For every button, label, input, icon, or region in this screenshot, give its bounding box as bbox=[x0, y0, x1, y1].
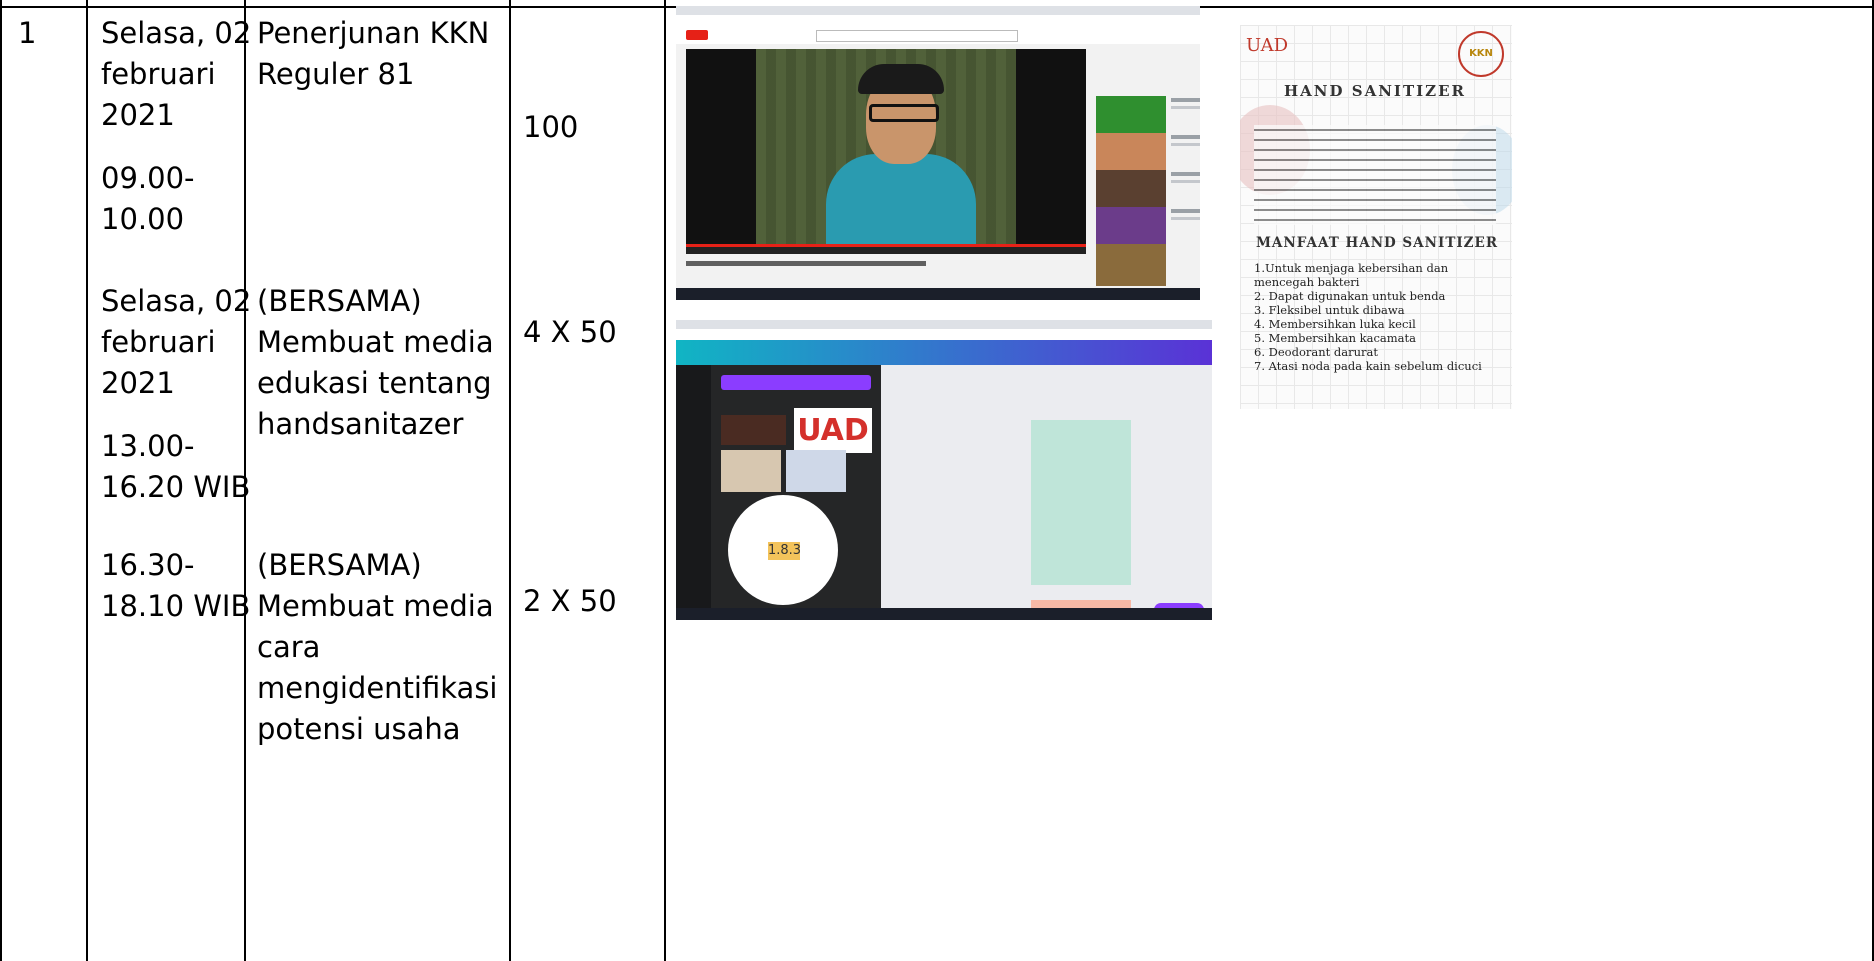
activity-line: potensi usaha bbox=[257, 712, 461, 746]
poster-list-item: 4. Membersihkan luka kecil bbox=[1254, 317, 1416, 331]
youtube-logo bbox=[686, 30, 708, 40]
canva-screenshot: UAD 1.8.3 bbox=[676, 320, 1212, 620]
recommended-text bbox=[1171, 209, 1200, 213]
recommended-text bbox=[1171, 172, 1200, 176]
canva-thumb bbox=[721, 450, 781, 492]
time-line: 16.20 WIB bbox=[101, 470, 251, 504]
activity-line: handsanitazer bbox=[257, 407, 464, 441]
canva-side-rail bbox=[676, 365, 711, 608]
browser-tab-bar bbox=[676, 6, 1200, 15]
recommended-thumb bbox=[1096, 170, 1166, 212]
poster-list-item: mencegah bakteri bbox=[1254, 275, 1360, 289]
date-line: februari bbox=[101, 57, 216, 91]
presenter-body bbox=[826, 154, 976, 254]
column-divider-3 bbox=[509, 0, 511, 961]
date-line: Selasa, 02 bbox=[101, 16, 252, 50]
hand-sanitizer-poster: UAD KKN HAND SANITIZER MANFAAT HAND SANI… bbox=[1240, 25, 1512, 409]
time-line: 13.00- bbox=[101, 429, 195, 463]
activity-line: (BERSAMA) bbox=[257, 548, 422, 582]
recommended-text bbox=[1171, 143, 1200, 146]
presenter-glasses bbox=[869, 104, 939, 122]
time-line: 18.10 WIB bbox=[101, 589, 251, 623]
recommended-thumb bbox=[1096, 244, 1166, 286]
date-line: 2021 bbox=[101, 98, 175, 132]
youtube-search-box bbox=[816, 30, 1018, 42]
activity-line: Penerjunan KKN bbox=[257, 16, 490, 50]
recommended-text bbox=[1171, 180, 1200, 183]
recommended-thumb bbox=[1096, 207, 1166, 249]
browser-address-bar bbox=[676, 329, 1212, 340]
recommended-text bbox=[1171, 217, 1200, 220]
column-divider-4 bbox=[664, 0, 666, 961]
column-divider-1 bbox=[86, 0, 88, 961]
recommended-thumb bbox=[1096, 133, 1166, 175]
canva-design-page bbox=[1031, 420, 1131, 585]
canva-circle-number: 1.8.3 bbox=[768, 542, 802, 560]
canva-upload-button bbox=[721, 375, 871, 390]
video-controls bbox=[686, 247, 1086, 254]
windows-taskbar bbox=[676, 608, 1212, 620]
time-line: 16.30- bbox=[101, 548, 195, 582]
poster-list-item: 1.Untuk menjaga kebersihan dan bbox=[1254, 261, 1449, 275]
browser-tab-bar bbox=[676, 320, 1212, 329]
video-title-placeholder bbox=[686, 261, 926, 266]
presenter-cap bbox=[858, 64, 944, 94]
duration-2: 4 X 50 bbox=[523, 315, 617, 349]
poster-list-item: 2. Dapat digunakan untuk benda bbox=[1254, 289, 1446, 303]
poster-title: HAND SANITIZER bbox=[1284, 82, 1466, 100]
row-number: 1 bbox=[18, 16, 37, 50]
recommended-text bbox=[1171, 106, 1200, 109]
poster-seal-icon: KKN bbox=[1458, 31, 1504, 77]
activity-line: Membuat media bbox=[257, 589, 494, 623]
activity-line: edukasi tentang bbox=[257, 366, 492, 400]
recommended-text bbox=[1171, 135, 1200, 139]
canva-logo-text: UAD bbox=[794, 408, 872, 453]
activity-line: cara bbox=[257, 630, 321, 664]
canva-logo-thumb bbox=[721, 415, 786, 445]
time-line: 09.00- bbox=[101, 161, 195, 195]
activity-line: mengidentifikasi bbox=[257, 671, 498, 705]
recommended-text bbox=[1171, 98, 1200, 102]
browser-address-bar bbox=[676, 15, 1200, 26]
canva-toolbar bbox=[676, 340, 1212, 365]
poster-list-item: 5. Membersihkan kacamata bbox=[1254, 331, 1417, 345]
activity-line: (BERSAMA) bbox=[257, 284, 422, 318]
duration-1: 100 bbox=[523, 110, 579, 144]
time-line: 10.00 bbox=[101, 202, 185, 236]
poster-list-item: 3. Fleksibel untuk dibawa bbox=[1254, 303, 1405, 317]
date-line: Selasa, 02 bbox=[101, 284, 252, 318]
duration-3: 2 X 50 bbox=[523, 584, 617, 618]
date-line: 2021 bbox=[101, 366, 175, 400]
table-left-border bbox=[0, 0, 2, 961]
poster-paragraph bbox=[1254, 125, 1496, 225]
video-frame bbox=[756, 49, 1016, 254]
date-line: februari bbox=[101, 325, 216, 359]
poster-list-item: 6. Deodorant darurat bbox=[1254, 345, 1378, 359]
activity-line: Reguler 81 bbox=[257, 57, 415, 91]
video-player bbox=[686, 49, 1086, 254]
activity-line: Membuat media bbox=[257, 325, 494, 359]
poster-subtitle: MANFAAT HAND SANITIZER bbox=[1255, 235, 1499, 251]
canva-thumb bbox=[786, 450, 846, 492]
poster-list: 1.Untuk menjaga kebersihan dan mencegah … bbox=[1254, 261, 1482, 373]
recommended-thumb bbox=[1096, 96, 1166, 138]
poster-list-item: 7. Atasi noda pada kain sebelum dicuci bbox=[1254, 359, 1482, 373]
poster-logo: UAD bbox=[1246, 35, 1289, 56]
windows-taskbar bbox=[676, 288, 1200, 300]
youtube-screenshot bbox=[676, 6, 1200, 300]
